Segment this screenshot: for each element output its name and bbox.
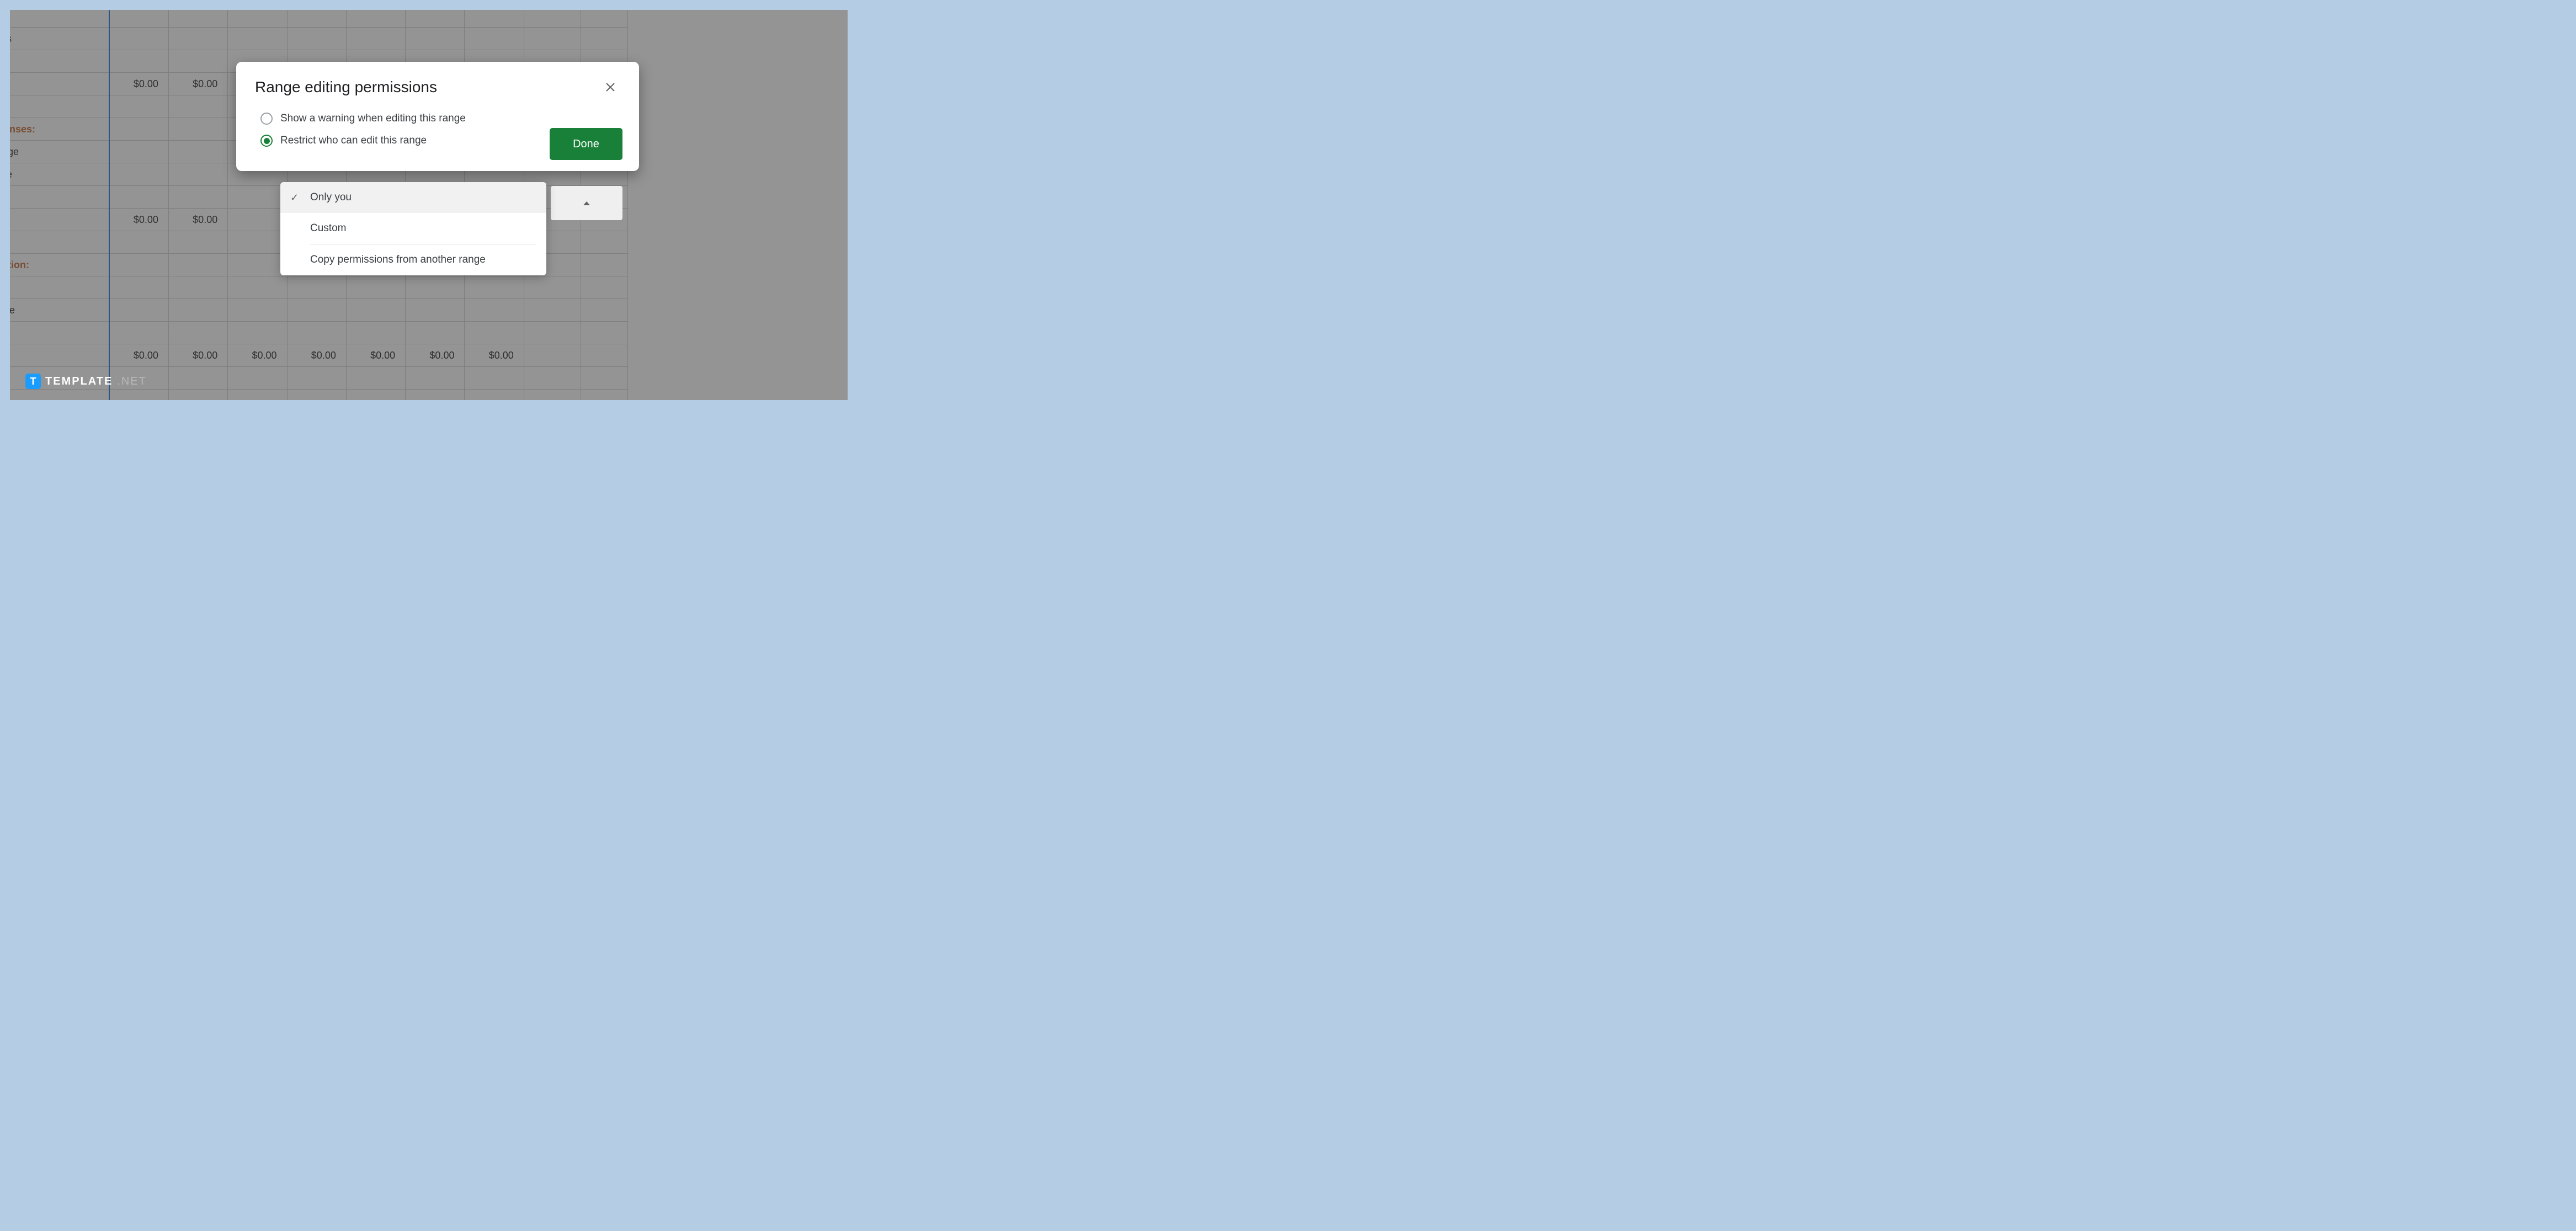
radio-label: Show a warning when editing this range bbox=[280, 113, 466, 125]
app-viewport: ary estments er al$0.00$0.00 ne Expenses… bbox=[10, 10, 848, 400]
dropdown-item-label: Copy permissions from another range bbox=[290, 254, 486, 266]
dropdown-item-copy-permissions[interactable]: Copy permissions from another range bbox=[280, 244, 546, 275]
dropdown-item-label: Custom bbox=[290, 222, 346, 235]
close-button[interactable] bbox=[600, 77, 620, 97]
watermark-text: TEMPLATE bbox=[45, 375, 113, 388]
radio-icon bbox=[260, 113, 273, 125]
radio-icon-selected bbox=[260, 135, 273, 147]
dropdown-item-only-you[interactable]: ✓ Only you bbox=[280, 182, 546, 213]
dropdown-item-label: Only you bbox=[307, 191, 352, 204]
dropdown-item-custom[interactable]: Custom bbox=[280, 213, 546, 244]
permission-dropdown: ✓ Only you Custom Copy permissions from … bbox=[280, 182, 546, 275]
dialog-title: Range editing permissions bbox=[255, 78, 437, 96]
permission-select[interactable] bbox=[551, 186, 622, 220]
check-icon: ✓ bbox=[290, 192, 307, 204]
radio-label: Restrict who can edit this range bbox=[280, 135, 427, 147]
close-icon bbox=[605, 82, 615, 92]
dialog-header: Range editing permissions bbox=[255, 77, 620, 97]
done-button[interactable]: Done bbox=[550, 128, 622, 160]
range-permissions-dialog: Range editing permissions Show a warning… bbox=[236, 62, 639, 171]
watermark-badge: T bbox=[25, 374, 41, 389]
watermark-text-suffix: .NET bbox=[117, 375, 147, 388]
radio-show-warning[interactable]: Show a warning when editing this range bbox=[260, 113, 620, 125]
watermark: T TEMPLATE .NET bbox=[25, 374, 147, 389]
caret-up-icon bbox=[583, 201, 590, 205]
